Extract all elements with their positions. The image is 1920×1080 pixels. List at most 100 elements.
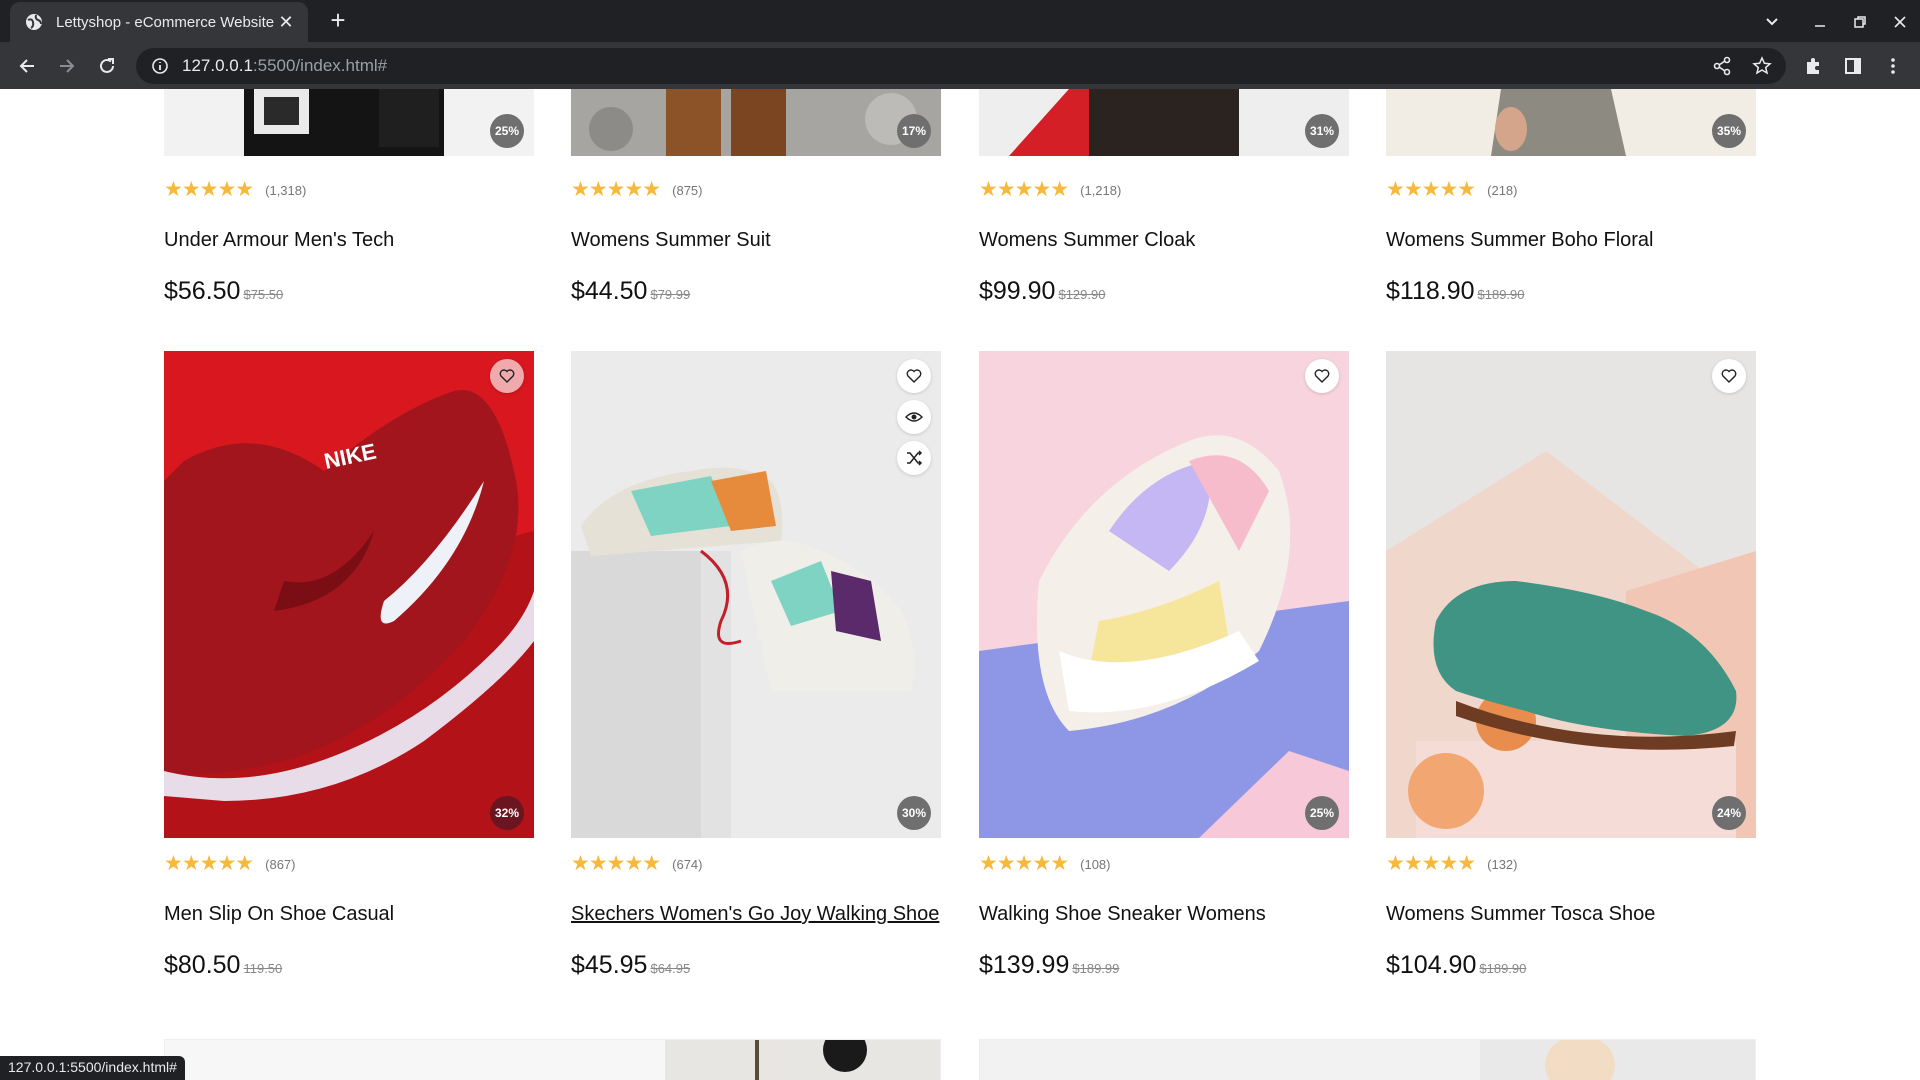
rating: ★★★★★ (1,318): [164, 179, 306, 201]
browser-tab-strip: Lettyshop - eCommerce Website ✕ +: [0, 0, 1920, 42]
product-image[interactable]: 25%: [164, 89, 534, 156]
status-bar-url: 127.0.0.1:5500/index.html#: [0, 1056, 185, 1080]
star-icon: ★★★★★: [1386, 178, 1476, 201]
rating: ★★★★★ (867): [164, 853, 296, 875]
promo-banner-left[interactable]: [164, 1039, 941, 1080]
product-image[interactable]: 24%: [1386, 351, 1756, 838]
old-price: $189.90: [1477, 287, 1525, 302]
price-row: $118.90 $189.90: [1386, 277, 1525, 306]
star-icon: ★★★★★: [164, 852, 254, 875]
product-image[interactable]: 30%: [571, 351, 941, 838]
product-title[interactable]: Womens Summer Tosca Shoe: [1386, 903, 1655, 926]
extensions-icon[interactable]: [1800, 53, 1826, 79]
chevron-down-icon[interactable]: [1758, 8, 1786, 36]
rating: ★★★★★ (875): [571, 179, 703, 201]
review-count: (875): [672, 182, 703, 198]
heart-icon[interactable]: [490, 359, 524, 393]
url-path: :5500/index.html#: [252, 56, 388, 75]
promo-banner-right[interactable]: [979, 1039, 1756, 1080]
price: $44.50: [571, 277, 648, 305]
globe-icon: [24, 12, 44, 32]
price-row: $56.50 $75.50: [164, 277, 283, 306]
rating: ★★★★★ (218): [1386, 179, 1518, 201]
rating: ★★★★★ (132): [1386, 853, 1518, 875]
heart-icon[interactable]: [897, 359, 931, 393]
product-image[interactable]: NIKE 32%: [164, 351, 534, 838]
price: $99.90: [979, 277, 1056, 305]
price-row: $104.90 $189.90: [1386, 951, 1526, 980]
restore-icon[interactable]: [1846, 8, 1874, 36]
url-host: 127.0.0.1: [182, 56, 253, 75]
price: $118.90: [1386, 277, 1475, 305]
shuffle-icon[interactable]: [897, 441, 931, 475]
discount-badge: 25%: [1305, 796, 1339, 830]
star-icon: ★★★★★: [979, 852, 1069, 875]
review-count: (132): [1487, 856, 1518, 872]
price-row: $80.50 119.50: [164, 951, 282, 980]
info-icon[interactable]: [150, 56, 170, 76]
discount-badge: 17%: [897, 114, 931, 148]
star-icon: ★★★★★: [571, 852, 661, 875]
product-title[interactable]: Womens Summer Cloak: [979, 229, 1195, 252]
discount-badge: 24%: [1712, 796, 1746, 830]
old-price: $64.95: [650, 961, 691, 976]
review-count: (108): [1080, 856, 1111, 872]
page-content: 25% ★★★★★ (1,318) Under Armour Men's Tec…: [0, 89, 1920, 1080]
menu-icon[interactable]: [1880, 53, 1906, 79]
heart-icon[interactable]: [1305, 359, 1339, 393]
price: $104.90: [1386, 951, 1477, 979]
close-icon[interactable]: ✕: [276, 12, 296, 33]
browser-toolbar: 127.0.0.1:5500/index.html#: [0, 42, 1920, 89]
rating: ★★★★★ (674): [571, 853, 703, 875]
heart-icon[interactable]: [1712, 359, 1746, 393]
review-count: (867): [265, 856, 296, 872]
star-icon: ★★★★★: [571, 178, 661, 201]
star-icon: ★★★★★: [979, 178, 1069, 201]
review-count: (218): [1487, 182, 1518, 198]
sidepanel-icon[interactable]: [1840, 53, 1866, 79]
product-title[interactable]: Men Slip On Shoe Casual: [164, 903, 394, 926]
eye-icon[interactable]: [897, 400, 931, 434]
product-title[interactable]: Under Armour Men's Tech: [164, 229, 394, 252]
back-icon[interactable]: [12, 51, 42, 81]
star-icon[interactable]: [1750, 54, 1774, 78]
forward-icon[interactable]: [52, 51, 82, 81]
discount-badge: 35%: [1712, 114, 1746, 148]
price: $56.50: [164, 277, 241, 305]
discount-badge: 31%: [1305, 114, 1339, 148]
rating: ★★★★★ (108): [979, 853, 1111, 875]
price-row: $44.50 $79.99: [571, 277, 690, 306]
reload-icon[interactable]: [92, 51, 122, 81]
minimize-icon[interactable]: [1806, 8, 1834, 36]
rating: ★★★★★ (1,218): [979, 179, 1121, 201]
old-price: $189.99: [1072, 961, 1120, 976]
discount-badge: 25%: [490, 114, 524, 148]
review-count: (674): [672, 856, 703, 872]
product-image[interactable]: 35%: [1386, 89, 1756, 156]
plus-icon[interactable]: +: [324, 6, 352, 34]
product-image[interactable]: 31%: [979, 89, 1349, 156]
star-icon: ★★★★★: [164, 178, 254, 201]
review-count: (1,218): [1080, 182, 1122, 198]
browser-tab-active[interactable]: Lettyshop - eCommerce Website ✕: [10, 2, 308, 42]
product-title[interactable]: Womens Summer Boho Floral: [1386, 229, 1654, 252]
price-row: $139.99 $189.99: [979, 951, 1119, 980]
price-row: $45.95 $64.95: [571, 951, 690, 980]
product-image[interactable]: 25%: [979, 351, 1349, 838]
tab-title: Lettyshop - eCommerce Website: [56, 13, 275, 31]
old-price: 119.50: [243, 961, 283, 976]
product-title[interactable]: Womens Summer Suit: [571, 229, 771, 252]
price: $80.50: [164, 951, 241, 979]
product-image[interactable]: 17%: [571, 89, 941, 156]
old-price: $129.90: [1058, 287, 1106, 302]
price: $45.95: [571, 951, 648, 979]
share-icon[interactable]: [1710, 54, 1734, 78]
discount-badge: 32%: [490, 796, 524, 830]
address-bar[interactable]: 127.0.0.1:5500/index.html#: [136, 48, 1786, 84]
product-title[interactable]: Skechers Women's Go Joy Walking Shoe: [571, 903, 939, 926]
product-title[interactable]: Walking Shoe Sneaker Womens: [979, 903, 1266, 926]
star-icon: ★★★★★: [1386, 852, 1476, 875]
review-count: (1,318): [265, 182, 307, 198]
close-window-icon[interactable]: [1886, 8, 1914, 36]
discount-badge: 30%: [897, 796, 931, 830]
